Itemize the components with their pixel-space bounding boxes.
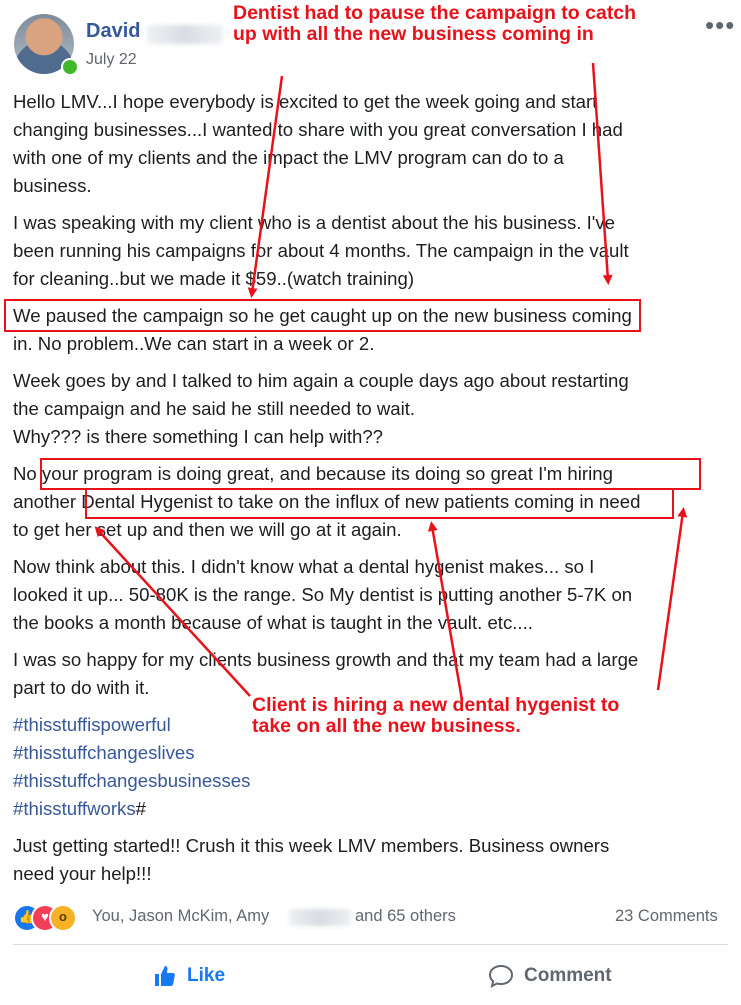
wow-icon: o: [49, 904, 77, 932]
arrow-bottom-2: [427, 521, 464, 701]
like-label: Like: [187, 965, 226, 986]
comment-button[interactable]: Comment: [488, 964, 612, 988]
arrow-bottom-3: [656, 507, 688, 691]
arrow-top-left: [247, 75, 284, 298]
comments-count[interactable]: 23 Comments: [615, 907, 718, 926]
like-button[interactable]: Like: [153, 964, 225, 988]
arrow-top-right: [591, 62, 613, 285]
annotation-arrows: [94, 62, 688, 701]
reactions-names[interactable]: You, Jason McKim, Amy: [92, 907, 269, 926]
arrow-bottom-1: [94, 526, 251, 697]
divider: [13, 944, 728, 945]
thumbs-up-icon: [155, 966, 175, 986]
comment-icon: [488, 964, 514, 988]
comment-label: Comment: [524, 965, 612, 986]
reactions-others[interactable]: and 65 others: [355, 907, 456, 926]
reaction-name-blurred: [289, 909, 351, 926]
